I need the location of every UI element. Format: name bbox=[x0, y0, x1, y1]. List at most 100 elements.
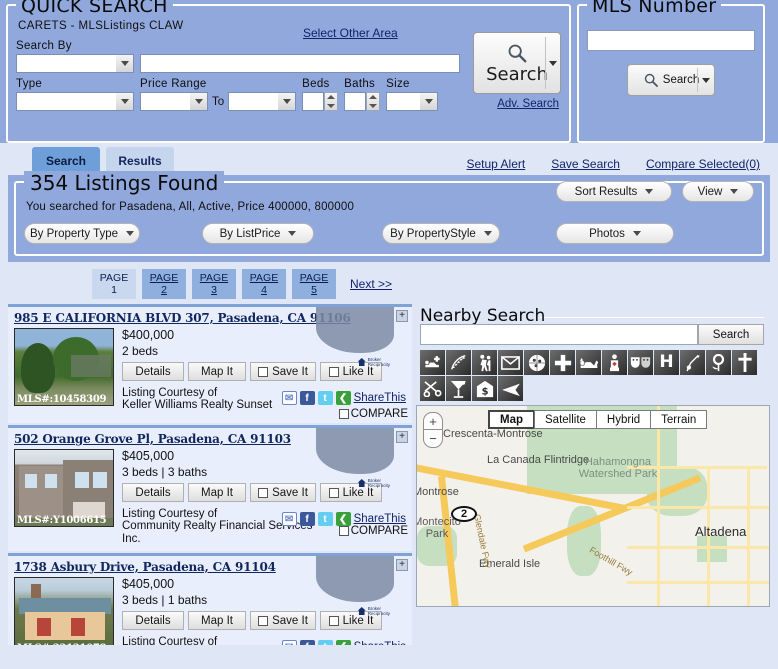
compare-row[interactable]: COMPARE bbox=[338, 525, 408, 537]
price-min-select[interactable] bbox=[140, 92, 208, 111]
search-by-select[interactable] bbox=[16, 54, 134, 73]
email-icon[interactable]: ✉ bbox=[281, 512, 297, 526]
twitter-icon[interactable]: t bbox=[317, 640, 333, 645]
nearby-search-input[interactable] bbox=[420, 324, 698, 345]
flower-shop-icon[interactable] bbox=[706, 350, 731, 375]
pet-store-icon[interactable] bbox=[576, 350, 601, 375]
filter-property-style[interactable]: By PropertyStyle bbox=[382, 223, 500, 244]
save-it-checkbox[interactable] bbox=[258, 615, 269, 626]
bank-icon[interactable]: $ bbox=[472, 376, 497, 401]
map-type-satellite[interactable]: Satellite bbox=[534, 410, 597, 429]
select-other-area-link[interactable]: Select Other Area bbox=[303, 26, 398, 40]
size-select[interactable] bbox=[386, 92, 439, 111]
map-zoom-out-button[interactable]: − bbox=[423, 430, 443, 448]
listing-card[interactable]: + Broker Reciprocity 1738 Asbury Drive, P… bbox=[8, 553, 412, 645]
bar-cocktail-icon[interactable] bbox=[446, 376, 471, 401]
listing-photo[interactable]: MLS#:22121078 bbox=[14, 577, 114, 645]
listing-card[interactable]: + Broker Reciprocity 502 Orange Grove Pl,… bbox=[8, 425, 412, 551]
airport-icon[interactable] bbox=[498, 376, 523, 401]
keyword-input[interactable] bbox=[140, 54, 460, 73]
details-button[interactable]: Details bbox=[122, 611, 184, 630]
listing-photo[interactable]: MLS#:10458309 bbox=[14, 328, 114, 406]
beds-input[interactable] bbox=[302, 92, 325, 111]
expand-listing-button[interactable]: + bbox=[396, 559, 408, 571]
sharethis-icon[interactable]: ❮ bbox=[335, 512, 351, 526]
church-icon[interactable] bbox=[732, 350, 757, 375]
facebook-icon[interactable]: f bbox=[299, 640, 315, 645]
salon-scissors-icon[interactable] bbox=[420, 376, 445, 401]
mls-number-input[interactable] bbox=[587, 30, 755, 51]
golf-icon[interactable] bbox=[680, 350, 705, 375]
page-button-4[interactable]: PAGE 4 bbox=[242, 269, 286, 299]
facebook-icon[interactable]: f bbox=[299, 391, 315, 405]
filter-photos[interactable]: Photos bbox=[556, 223, 674, 244]
baths-stepper[interactable] bbox=[366, 92, 381, 111]
post-office-icon[interactable] bbox=[498, 350, 523, 375]
map-panel[interactable]: + − Map Satellite Hybrid Terrain Crescen… bbox=[416, 405, 770, 607]
save-it-checkbox[interactable] bbox=[258, 366, 269, 377]
animal-hospital-icon[interactable] bbox=[420, 350, 445, 375]
filter-property-type[interactable]: By Property Type bbox=[24, 223, 140, 244]
listing-card[interactable]: + Broker Reciprocity 985 E CALIFORNIA BLV… bbox=[8, 304, 412, 423]
sharethis-icon[interactable]: ❮ bbox=[335, 640, 351, 645]
listing-photo[interactable]: MLS#:Y1006615 bbox=[14, 449, 114, 527]
map-type-terrain[interactable]: Terrain bbox=[650, 410, 708, 429]
hospital-plus-icon[interactable] bbox=[550, 350, 575, 375]
restaurant-pizza-icon[interactable] bbox=[524, 350, 549, 375]
sharethis-link[interactable]: ShareThis bbox=[354, 513, 406, 525]
compare-checkbox[interactable] bbox=[338, 526, 349, 536]
details-button[interactable]: Details bbox=[122, 362, 184, 381]
facebook-icon[interactable]: f bbox=[299, 512, 315, 526]
hospital-h-icon[interactable]: H bbox=[654, 350, 679, 375]
sharethis-link[interactable]: ShareThis bbox=[354, 392, 406, 404]
details-button[interactable]: Details bbox=[122, 483, 184, 502]
like-it-checkbox[interactable] bbox=[328, 366, 339, 377]
map-zoom-in-button[interactable]: + bbox=[423, 412, 443, 430]
type-select[interactable] bbox=[16, 92, 134, 111]
sharethis-icon[interactable]: ❮ bbox=[335, 391, 351, 405]
page-button-3[interactable]: PAGE 3 bbox=[192, 269, 236, 299]
map-type-hybrid[interactable]: Hybrid bbox=[595, 410, 652, 429]
beds-stepper[interactable] bbox=[324, 92, 339, 111]
fire-station-icon[interactable] bbox=[602, 350, 627, 375]
page-button-2[interactable]: PAGE 2 bbox=[142, 269, 186, 299]
email-icon[interactable]: ✉ bbox=[281, 391, 297, 405]
save-search-link[interactable]: Save Search bbox=[551, 157, 620, 171]
page-button-5[interactable]: PAGE 5 bbox=[292, 269, 336, 299]
search-button[interactable]: Search bbox=[473, 32, 561, 94]
expand-listing-button[interactable]: + bbox=[396, 310, 408, 322]
nearby-search-button[interactable]: Search bbox=[698, 324, 764, 345]
map-type-map[interactable]: Map bbox=[488, 410, 535, 429]
mls-search-button[interactable]: Search bbox=[627, 64, 715, 96]
compare-selected-link[interactable]: Compare Selected(0) bbox=[646, 157, 760, 171]
page-button-1[interactable]: PAGE 1 bbox=[92, 269, 136, 299]
save-it-button[interactable]: Save It bbox=[250, 483, 316, 502]
twitter-icon[interactable]: t bbox=[317, 512, 333, 526]
filter-list-price[interactable]: By ListPrice bbox=[202, 223, 314, 244]
people-walking-icon[interactable] bbox=[472, 350, 497, 375]
compare-checkbox[interactable] bbox=[338, 409, 349, 419]
setup-alert-link[interactable]: Setup Alert bbox=[467, 157, 526, 171]
theater-masks-icon[interactable] bbox=[628, 350, 653, 375]
sharethis-link[interactable]: ShareThis bbox=[354, 641, 406, 645]
view-dropdown[interactable]: View bbox=[682, 181, 754, 202]
like-it-checkbox[interactable] bbox=[328, 487, 339, 498]
price-max-select[interactable] bbox=[228, 92, 297, 111]
twitter-icon[interactable]: t bbox=[317, 391, 333, 405]
email-icon[interactable]: ✉ bbox=[281, 640, 297, 645]
save-it-button[interactable]: Save It bbox=[250, 611, 316, 630]
sort-results-dropdown[interactable]: Sort Results bbox=[556, 181, 672, 202]
baths-input[interactable] bbox=[344, 92, 367, 111]
save-it-button[interactable]: Save It bbox=[250, 362, 316, 381]
compare-row[interactable]: COMPARE bbox=[338, 408, 408, 420]
like-it-checkbox[interactable] bbox=[328, 615, 339, 626]
next-page-link[interactable]: Next >> bbox=[350, 277, 392, 291]
save-it-checkbox[interactable] bbox=[258, 487, 269, 498]
expand-listing-button[interactable]: + bbox=[396, 431, 408, 443]
search-by-control: Search By bbox=[16, 40, 134, 73]
map-it-button[interactable]: Map It bbox=[188, 483, 246, 502]
adv-search-link[interactable]: Adv. Search bbox=[497, 98, 559, 110]
park-foliage-icon[interactable] bbox=[446, 350, 471, 375]
map-it-button[interactable]: Map It bbox=[188, 362, 246, 381]
map-it-button[interactable]: Map It bbox=[188, 611, 246, 630]
